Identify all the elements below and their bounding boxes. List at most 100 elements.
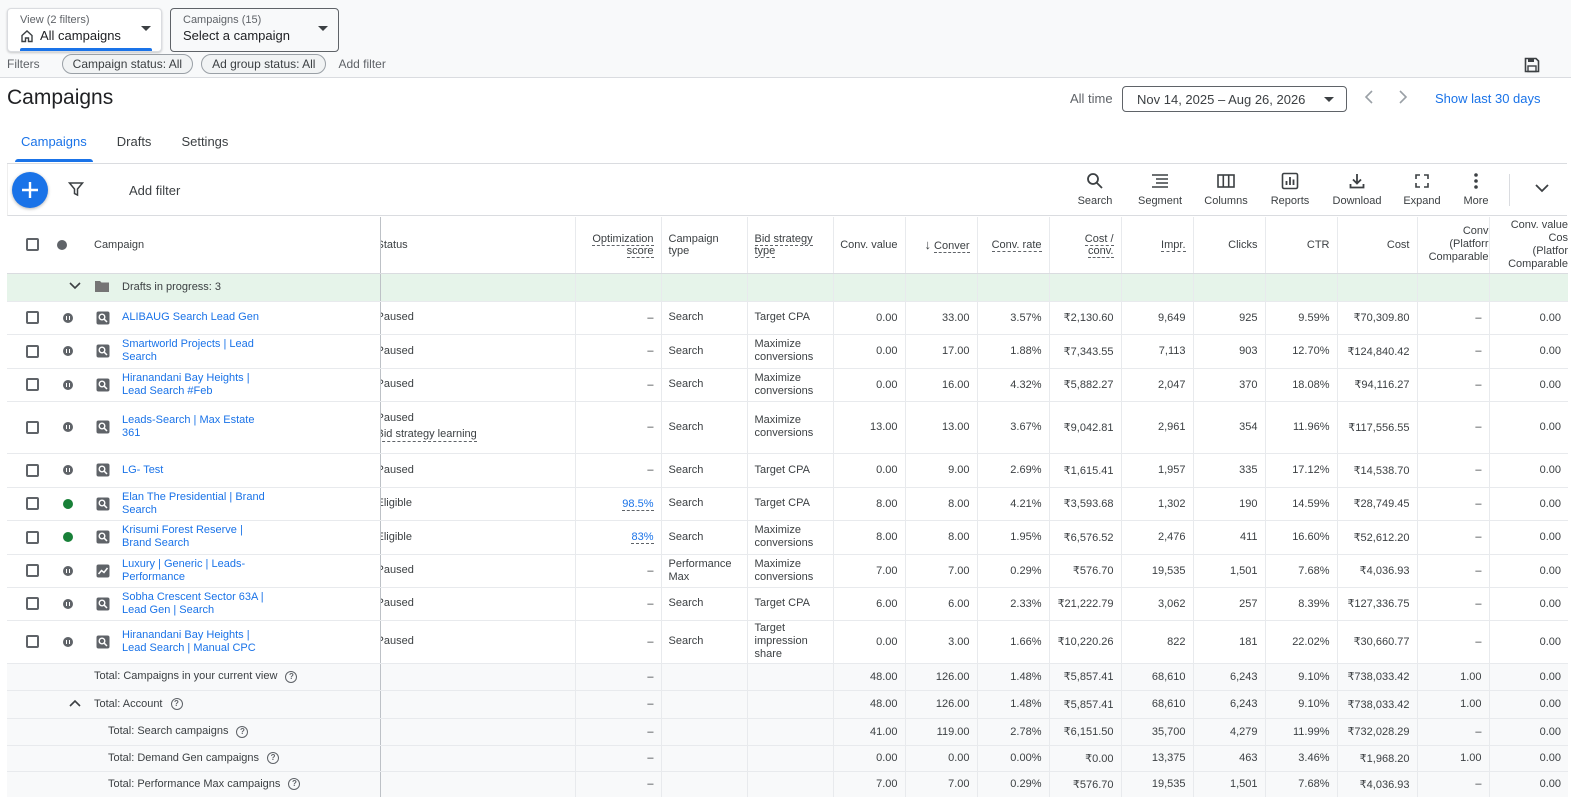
- campaign-row[interactable]: Krisumi Forest Reserve | Brand Search Eli…: [7, 520, 1568, 555]
- campaign-row[interactable]: Luxury | Generic | Leads-Performance Paus…: [7, 554, 1568, 588]
- tab-campaigns[interactable]: Campaigns: [7, 124, 101, 162]
- conv-value-column-header[interactable]: Conv. value: [832, 217, 905, 274]
- add-filter-link[interactable]: Add filter: [338, 57, 385, 71]
- select-all-cell[interactable]: [7, 217, 57, 274]
- view-picker[interactable]: View (2 filters) All campaigns: [7, 8, 162, 52]
- bid-strategy-link[interactable]: Maximize conversions: [746, 520, 833, 555]
- row-checkbox[interactable]: [25, 378, 39, 391]
- campaign-name-link[interactable]: Luxury | Generic | Leads-Performance: [122, 558, 272, 584]
- optimization-score-cell[interactable]: 83%: [574, 520, 661, 555]
- row-status-cell[interactable]: [57, 334, 92, 369]
- date-range-picker[interactable]: Nov 14, 2025 – Aug 26, 2026: [1122, 86, 1347, 112]
- bid-strategy-link[interactable]: Maximize conversions: [746, 401, 833, 454]
- row-checkbox[interactable]: [25, 344, 39, 358]
- row-checkbox[interactable]: [25, 530, 39, 544]
- row-status-cell[interactable]: [57, 368, 92, 402]
- columns-tool-button[interactable]: Columns: [1194, 170, 1258, 207]
- add-filter-button[interactable]: Add filter: [129, 183, 180, 198]
- collapse-account-totals[interactable]: [57, 690, 92, 719]
- campaign-column-header[interactable]: Campaign: [92, 217, 381, 274]
- download-tool-button[interactable]: Download: [1325, 170, 1389, 207]
- campaign-type-column-header[interactable]: Campaign type: [660, 217, 747, 274]
- bid-strategy-link[interactable]: Maximize conversions: [746, 368, 833, 402]
- bid-strategy-link[interactable]: Target impression share: [746, 620, 833, 664]
- filter-chip-campaign-status[interactable]: Campaign status: All: [61, 54, 194, 74]
- chevron-down-icon[interactable]: [1534, 182, 1550, 197]
- row-checkbox-cell[interactable]: [7, 301, 57, 335]
- row-checkbox-cell[interactable]: [7, 487, 57, 521]
- help-icon[interactable]: ?: [267, 752, 280, 765]
- campaign-name-link[interactable]: Hiranandani Bay Heights | Lead Search | …: [122, 629, 272, 655]
- bid-strategy-link[interactable]: Maximize conversions: [746, 554, 833, 588]
- cost-column-header[interactable]: Cost: [1336, 217, 1417, 274]
- bid-strategy-link[interactable]: Maximize conversions: [746, 334, 833, 369]
- row-status-cell[interactable]: [57, 301, 92, 335]
- campaign-name-link[interactable]: Sobha Crescent Sector 63A | Lead Gen | S…: [122, 591, 272, 617]
- cost-per-conv-column-header[interactable]: Cost / conv.: [1048, 217, 1121, 274]
- bid-strategy-column-header[interactable]: Bid strategy type: [746, 217, 833, 274]
- search-tool-button[interactable]: Search: [1063, 170, 1127, 207]
- more-tool-button[interactable]: More: [1444, 170, 1508, 207]
- conv-platform-column-header[interactable]: Conv (Platforr Comparable: [1416, 217, 1489, 274]
- row-checkbox[interactable]: [25, 635, 39, 648]
- campaign-name-link[interactable]: LG- Test: [122, 464, 163, 477]
- clicks-column-header[interactable]: Clicks: [1192, 217, 1265, 274]
- campaign-picker[interactable]: Campaigns (15) Select a campaign: [170, 8, 339, 52]
- reports-tool-button[interactable]: Reports: [1258, 170, 1322, 207]
- drafts-in-progress-row[interactable]: Drafts in progress: 3: [7, 273, 1568, 302]
- bid-strategy-link[interactable]: Target CPA: [746, 587, 833, 621]
- row-checkbox-cell[interactable]: [7, 453, 57, 488]
- row-checkbox[interactable]: [25, 497, 39, 510]
- row-status-cell[interactable]: [57, 401, 92, 454]
- campaign-row[interactable]: Sobha Crescent Sector 63A | Lead Gen | S…: [7, 587, 1568, 621]
- select-all-checkbox[interactable]: [25, 238, 39, 252]
- row-status-cell[interactable]: [57, 453, 92, 488]
- campaign-row[interactable]: Leads-Search | Max Estate 361 Paused Bid s…: [7, 401, 1568, 454]
- row-status-cell[interactable]: [57, 487, 92, 521]
- campaign-row[interactable]: ALIBAUG Search Lead Gen Paused – Search Targ…: [7, 301, 1568, 335]
- campaign-row[interactable]: Hiranandani Bay Heights | Lead Search #F…: [7, 368, 1568, 402]
- row-checkbox-cell[interactable]: [7, 334, 57, 369]
- add-campaign-button[interactable]: [12, 172, 48, 208]
- help-icon[interactable]: ?: [288, 778, 301, 791]
- impressions-column-header[interactable]: Impr.: [1120, 217, 1193, 274]
- row-status-cell[interactable]: [57, 620, 92, 664]
- bid-strategy-link[interactable]: Target CPA: [746, 487, 833, 521]
- optimization-score-cell[interactable]: 98.5%: [574, 487, 661, 521]
- row-status-cell[interactable]: [57, 554, 92, 588]
- campaign-row[interactable]: Elan The Presidential | Brand Search Elig…: [7, 487, 1568, 521]
- campaign-row[interactable]: LG- Test Paused – Search Target CPA 0.00 9.00 2…: [7, 453, 1568, 488]
- campaign-row[interactable]: Hiranandani Bay Heights | Lead Search | …: [7, 620, 1568, 664]
- chevron-right-icon[interactable]: [1397, 89, 1409, 110]
- campaign-row[interactable]: Smartworld Projects | Lead Search Paused –…: [7, 334, 1568, 369]
- filter-chip-ad-group-status[interactable]: Ad group status: All: [201, 54, 327, 74]
- campaign-name-link[interactable]: Elan The Presidential | Brand Search: [122, 491, 272, 517]
- campaign-name-link[interactable]: Leads-Search | Max Estate 361: [122, 414, 272, 440]
- row-checkbox[interactable]: [25, 420, 39, 434]
- row-checkbox-cell[interactable]: [7, 401, 57, 454]
- row-checkbox-cell[interactable]: [7, 520, 57, 555]
- row-checkbox[interactable]: [25, 564, 39, 577]
- campaign-name-link[interactable]: Hiranandani Bay Heights | Lead Search #F…: [122, 372, 272, 398]
- chevron-left-icon[interactable]: [1363, 89, 1375, 110]
- tab-drafts[interactable]: Drafts: [103, 124, 166, 164]
- bid-strategy-link[interactable]: Target CPA: [746, 301, 833, 335]
- optimization-score-column-header[interactable]: Optimization score: [574, 217, 661, 274]
- help-icon[interactable]: ?: [236, 725, 249, 738]
- chevron-down-icon[interactable]: [57, 273, 92, 302]
- row-checkbox-cell[interactable]: [7, 587, 57, 621]
- segment-tool-button[interactable]: Segment: [1128, 170, 1192, 207]
- bid-strategy-link[interactable]: Target CPA: [746, 453, 833, 488]
- row-checkbox[interactable]: [25, 463, 39, 477]
- conv-rate-column-header[interactable]: Conv. rate: [976, 217, 1049, 274]
- conversions-column-header[interactable]: ↓ Conver: [904, 217, 977, 274]
- tab-settings[interactable]: Settings: [167, 124, 242, 164]
- row-checkbox-cell[interactable]: [7, 368, 57, 402]
- campaign-name-link[interactable]: Krisumi Forest Reserve | Brand Search: [122, 524, 272, 550]
- ctr-column-header[interactable]: CTR: [1264, 217, 1337, 274]
- save-icon[interactable]: [1523, 56, 1541, 77]
- campaign-name-link[interactable]: ALIBAUG Search Lead Gen: [122, 311, 259, 324]
- status-column-header[interactable]: Status: [380, 217, 575, 274]
- row-checkbox[interactable]: [25, 311, 39, 324]
- campaign-name-link[interactable]: Smartworld Projects | Lead Search: [122, 338, 272, 364]
